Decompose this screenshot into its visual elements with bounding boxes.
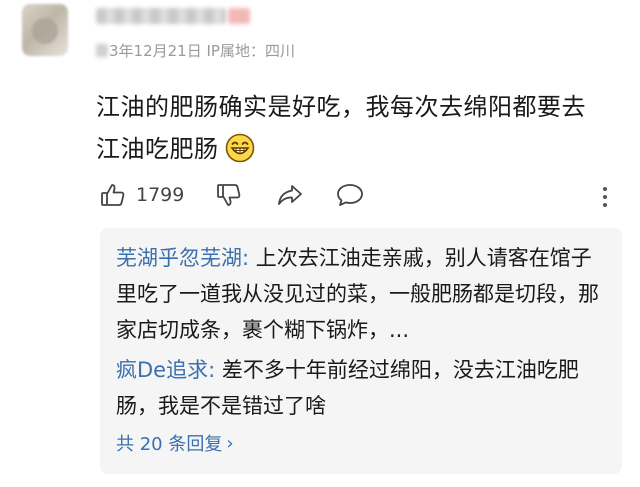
thumbs-up-icon	[100, 182, 126, 208]
share-button[interactable]	[276, 182, 304, 208]
more-options-button[interactable]	[600, 184, 610, 214]
comment-meta: 3年12月21日 IP属地：四川	[96, 40, 295, 61]
reply-preview-panel: 芜湖乎忽芜湖: 上次去江油走亲戚，别人请客在馆子里吃了一道我从没见过的菜，一般肥…	[100, 228, 622, 474]
comment-line-1: 江油的肥肠确实是好吃，我每次去绵阳都要去	[96, 93, 586, 121]
dislike-button[interactable]	[216, 182, 242, 208]
comment-date: 3年12月21日	[109, 42, 202, 60]
like-count: 1799	[136, 184, 185, 206]
vertical-dots-icon	[600, 187, 610, 214]
comment-line-2: 江油吃肥肠	[96, 128, 626, 176]
ip-location: IP属地：四川	[206, 42, 295, 60]
view-all-replies-link[interactable]: 共 20 条回复 ›	[116, 430, 234, 456]
username-redacted[interactable]	[96, 8, 226, 24]
comment-actions: 1799	[100, 182, 620, 212]
reply-item[interactable]: 疯De追求: 差不多十年前经过绵阳，没去江油吃肥肠，我是不是错过了啥	[116, 352, 610, 424]
grinning-face-icon	[225, 133, 255, 176]
reply-author[interactable]: 疯De追求	[116, 358, 208, 382]
avatar[interactable]	[22, 4, 68, 56]
comment-line-2-text: 江油吃肥肠	[96, 135, 219, 163]
comment-text: 江油的肥肠确实是好吃，我每次去绵阳都要去 江油吃肥肠	[96, 86, 626, 176]
thumbs-down-icon	[216, 182, 242, 208]
reply-button[interactable]	[336, 182, 364, 208]
year-redacted	[96, 44, 108, 57]
view-all-replies-label: 共 20 条回复	[116, 434, 223, 455]
share-arrow-icon	[276, 182, 304, 208]
like-button[interactable]: 1799	[100, 182, 184, 208]
reply-author[interactable]: 芜湖乎忽芜湖	[116, 246, 242, 270]
chevron-right-icon: ›	[226, 432, 234, 454]
reply-item[interactable]: 芜湖乎忽芜湖: 上次去江油走亲戚，别人请客在馆子里吃了一道我从没见过的菜，一般肥…	[116, 240, 610, 348]
speech-bubble-icon	[336, 182, 364, 208]
user-badge-redacted	[228, 8, 250, 24]
